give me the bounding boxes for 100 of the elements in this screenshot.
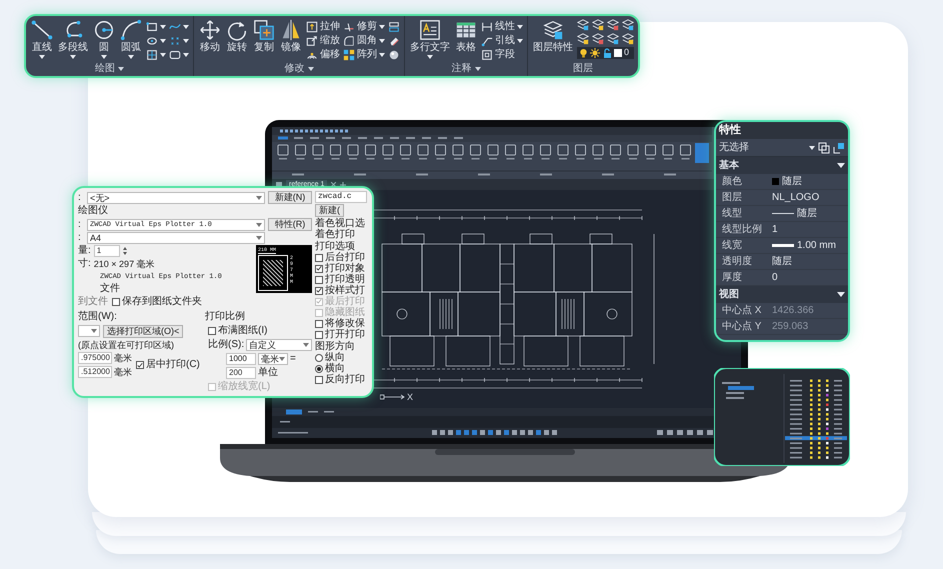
group-label: 注释: [452, 62, 480, 76]
input-field[interactable]: 1: [94, 245, 120, 257]
section-header[interactable]: 基本: [716, 157, 848, 174]
caret-icon: [256, 222, 262, 226]
dropdown[interactable]: 毫米: [258, 353, 288, 365]
property-value[interactable]: 随层: [768, 254, 848, 269]
collapse-arrow-icon: [837, 292, 845, 297]
input-field[interactable]: .512000: [78, 366, 112, 378]
property-value[interactable]: NL_LOGO: [768, 190, 848, 205]
dialog-label: 打印比例: [205, 311, 246, 323]
move-icon: [199, 19, 221, 41]
ribbon-small-button[interactable]: 修剪: [343, 20, 385, 33]
input-field[interactable]: 1000: [226, 353, 256, 365]
radio-button[interactable]: [315, 364, 323, 372]
caret-icon: [809, 146, 815, 150]
checkbox[interactable]: [315, 330, 323, 338]
ribbon-small-button[interactable]: 阵列: [343, 48, 385, 61]
checkbox-label: 最后打印: [325, 296, 365, 307]
dialog-label: 单位: [258, 367, 278, 379]
checkbox[interactable]: [136, 361, 144, 369]
dialog-button[interactable]: 新建(N): [268, 191, 312, 204]
ribbon-button[interactable]: 移动: [198, 19, 222, 54]
checkbox[interactable]: [208, 327, 216, 335]
checkbox[interactable]: [112, 298, 120, 306]
dropdown[interactable]: <无>: [87, 192, 265, 204]
checkbox[interactable]: [315, 276, 323, 284]
copy-icon: [253, 19, 275, 41]
paper-sheet-drawing: [258, 255, 288, 291]
layer-tool-icon: [577, 33, 589, 45]
layer-tool-icon: [592, 19, 604, 31]
ribbon-small-button[interactable]: 线性: [481, 20, 523, 33]
ribbon-small-button[interactable]: 拉伸: [306, 20, 340, 33]
check-icon: [137, 362, 143, 368]
ribbon-small-button[interactable]: 圆角: [343, 34, 385, 47]
dialog-button[interactable]: 新建(: [315, 204, 344, 217]
dimension-icon: [481, 20, 493, 32]
select-objects-icon: [833, 142, 845, 154]
arc-icon: [120, 19, 142, 41]
checkbox[interactable]: [315, 320, 323, 328]
dialog-button[interactable]: 特性(R): [268, 218, 312, 231]
property-label: 厚度: [721, 270, 743, 285]
ribbon-button[interactable]: 图层特性: [532, 19, 574, 54]
dialog-label: 图形方向: [315, 341, 356, 352]
ribbon-button[interactable]: 表格: [454, 19, 478, 54]
ribbon-small-button[interactable]: [169, 48, 189, 61]
dropdown[interactable]: A4: [87, 232, 265, 244]
caret-icon: [256, 196, 262, 200]
ribbon-small-button[interactable]: 引线: [481, 34, 523, 47]
section-header[interactable]: 视图: [716, 286, 848, 303]
input-field[interactable]: .975000: [78, 352, 112, 364]
checkbox[interactable]: [315, 286, 323, 294]
ribbon-small-button[interactable]: 偏移: [306, 48, 340, 61]
mirror-icon: [280, 19, 302, 41]
caret-icon: [517, 38, 523, 42]
ribbon-button[interactable]: 旋转: [225, 19, 249, 54]
caret-icon: [160, 52, 166, 56]
panel-title: 特性: [719, 122, 741, 138]
input-field[interactable]: zwcad.c: [315, 191, 367, 203]
property-value[interactable]: 随层: [768, 174, 848, 189]
checkbox[interactable]: [315, 254, 323, 262]
stack-icon: [388, 20, 400, 32]
rotate-icon: [226, 19, 248, 41]
ribbon-button[interactable]: 圆弧: [119, 19, 143, 59]
ribbon-small-button[interactable]: [146, 48, 166, 61]
input-field[interactable]: 200: [226, 367, 256, 379]
ribbon-small-button[interactable]: 缩放: [306, 34, 340, 47]
checkbox[interactable]: [315, 376, 323, 384]
property-value[interactable]: 1.00 mm: [768, 238, 848, 253]
ribbon-small-button[interactable]: [146, 20, 166, 33]
collapse-arrow-icon: [837, 163, 845, 168]
caret-icon: [379, 52, 385, 56]
ribbon-button[interactable]: 多段线: [57, 19, 89, 59]
property-value[interactable]: 0: [768, 270, 848, 285]
property-label: 透明度: [721, 254, 753, 269]
dialog-label: :: [78, 192, 82, 204]
radio-button[interactable]: [315, 354, 323, 362]
dialog-button[interactable]: 选择打印区域(O)<: [103, 324, 184, 338]
caret-icon: [70, 55, 76, 59]
layer-dropdown[interactable]: 0: [577, 47, 634, 59]
color-swatch: [772, 178, 779, 185]
property-value[interactable]: 1: [768, 222, 848, 237]
dialog-label: (原点设置在可打印区域): [78, 340, 174, 350]
dialog-label: 到文件: [78, 296, 108, 308]
dropdown[interactable]: 自定义: [246, 339, 312, 351]
ribbon-button[interactable]: 直线: [30, 19, 54, 59]
dialog-label: 绘图仪: [78, 205, 108, 216]
selection-dropdown[interactable]: 无选择: [719, 140, 815, 155]
ribbon-button[interactable]: 镜像: [279, 19, 303, 54]
ribbon-button[interactable]: 圆: [92, 19, 116, 59]
checkbox-label: 将修改保: [325, 318, 365, 329]
checkbox[interactable]: [315, 264, 323, 272]
ribbon-button[interactable]: 复制: [252, 19, 276, 54]
caret-icon: [379, 38, 385, 42]
ribbon-small-button[interactable]: 字段: [481, 48, 523, 61]
ribbon-button[interactable]: 多行文字: [409, 19, 451, 59]
ellipse-icon: [146, 34, 158, 46]
property-value[interactable]: 随层: [768, 206, 848, 221]
dropdown[interactable]: [78, 325, 100, 337]
ribbon-small-button[interactable]: [388, 20, 400, 33]
ribbon-small-button[interactable]: [388, 48, 400, 61]
